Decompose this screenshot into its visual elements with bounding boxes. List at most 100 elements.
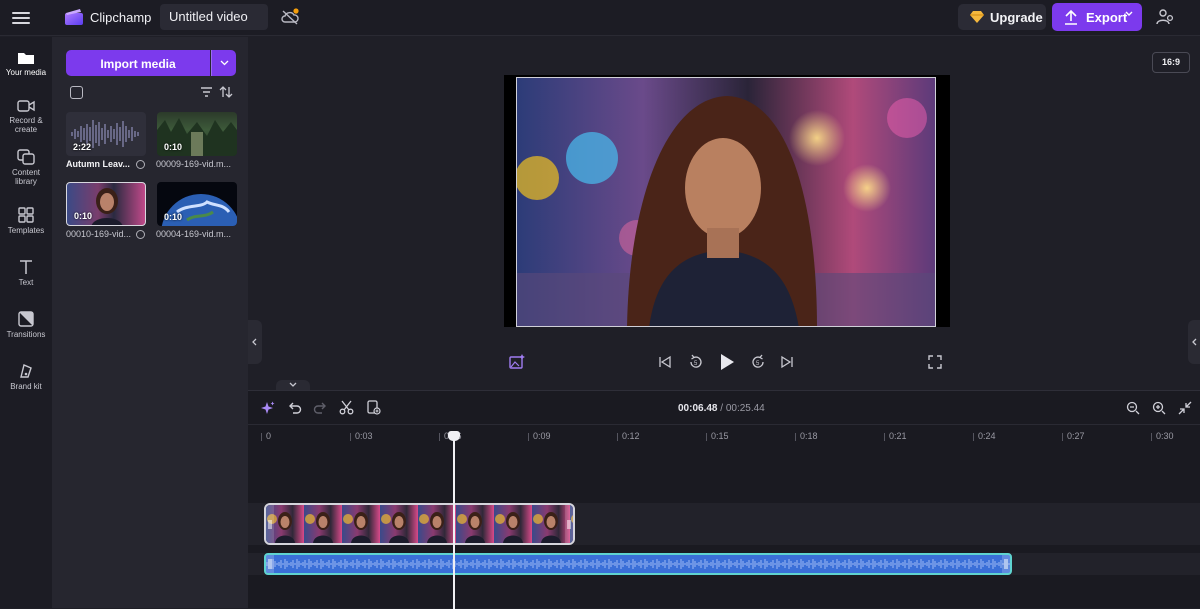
- fullscreen-icon[interactable]: [928, 355, 942, 369]
- import-options-button[interactable]: [211, 50, 236, 76]
- grip-icon: [1004, 559, 1008, 569]
- timeline-panel: 00:06.48 / 00:25.44 0 0:03 0:06 0:09 0:1…: [248, 390, 1200, 609]
- play-icon[interactable]: [719, 353, 735, 371]
- zoom-out-icon[interactable]: [1126, 401, 1140, 415]
- rail-label: Brand kit: [10, 382, 42, 391]
- audio-clip[interactable]: [264, 553, 1012, 575]
- svg-text:5: 5: [694, 361, 698, 367]
- grip-icon: [268, 520, 272, 529]
- fit-to-timeline-icon[interactable]: [1178, 401, 1192, 415]
- rewind-5-icon[interactable]: 5: [688, 354, 704, 370]
- media-item-name: 00004-169-vid.m...: [156, 229, 232, 239]
- select-all-checkbox[interactable]: [70, 86, 83, 99]
- media-item-name: 00009-169-vid.m...: [156, 159, 232, 169]
- rail-label: Text: [18, 278, 34, 287]
- media-item-audio[interactable]: 2:22: [66, 112, 146, 156]
- playhead-line[interactable]: [453, 435, 455, 609]
- media-item-name: Autumn Leav...: [66, 159, 130, 169]
- media-item-video-forest[interactable]: 0:10: [157, 112, 237, 156]
- rail-item-transitions[interactable]: Transitions: [0, 311, 52, 339]
- ruler-tick: 0: [260, 431, 272, 441]
- ruler-tick: 0:09: [528, 431, 551, 441]
- audio-trim-handle-right[interactable]: [1002, 555, 1010, 573]
- undo-icon[interactable]: [288, 401, 302, 415]
- media-duration: 0:10: [164, 212, 183, 222]
- timeline-toggle-button[interactable]: [276, 380, 310, 390]
- chevron-down-icon: [289, 382, 297, 387]
- rail-item-brand-kit[interactable]: Brand kit: [0, 363, 52, 391]
- sort-icon[interactable]: [219, 85, 233, 99]
- templates-icon: [18, 207, 34, 223]
- video-clip[interactable]: [264, 503, 575, 545]
- export-label: Export: [1086, 10, 1128, 25]
- app-name: Clipchamp: [90, 10, 152, 25]
- zoom-in-icon[interactable]: [1152, 401, 1166, 415]
- rail-label: Record & create: [9, 116, 43, 134]
- menu-icon[interactable]: [12, 9, 30, 27]
- rail-label: Templates: [7, 226, 45, 235]
- skip-forward-icon[interactable]: [780, 355, 794, 369]
- aspect-ratio-button[interactable]: 16:9: [1152, 52, 1190, 73]
- video-clip-filmstrip: [266, 505, 573, 543]
- chevron-left-icon: [1192, 338, 1197, 346]
- trim-handle-left[interactable]: [266, 505, 274, 543]
- audio-clip-waveform: [266, 555, 1010, 573]
- forward-5-icon[interactable]: 5: [750, 354, 766, 370]
- ruler-tick: 0:12: [617, 431, 640, 441]
- magic-image-icon[interactable]: [508, 353, 526, 371]
- audio-trim-handle-left[interactable]: [266, 555, 274, 573]
- camera-icon: [17, 100, 35, 112]
- ruler-tick: 0:18: [795, 431, 818, 441]
- upgrade-label: Upgrade: [990, 10, 1043, 25]
- chevron-left-icon: [252, 338, 257, 346]
- redo-icon[interactable]: [313, 401, 327, 415]
- chevron-down-icon: [220, 60, 229, 66]
- rail-label: Your media: [5, 68, 47, 77]
- preview-stage: 16:9 5 5: [248, 37, 1200, 390]
- sparkle-icon[interactable]: [261, 401, 275, 415]
- project-title-input[interactable]: Untitled video: [160, 4, 268, 30]
- scissors-icon[interactable]: [339, 400, 354, 415]
- rail-label: Content library: [11, 168, 41, 186]
- library-icon: [17, 149, 35, 165]
- share-people-icon[interactable]: [1156, 8, 1174, 26]
- import-media-button[interactable]: Import media: [66, 50, 210, 76]
- playhead-handle[interactable]: [448, 431, 460, 441]
- text-icon: [20, 260, 32, 274]
- cloud-off-icon[interactable]: [280, 8, 300, 26]
- chevron-down-icon: [1125, 11, 1133, 16]
- video-preview[interactable]: [516, 77, 936, 327]
- media-duration: 2:22: [73, 142, 92, 152]
- transitions-icon: [18, 311, 34, 327]
- rail-item-text[interactable]: Text: [0, 259, 52, 287]
- top-bar: Clipchamp Untitled video Upgrade Export: [0, 0, 1200, 36]
- rail-item-your-media[interactable]: Your media: [0, 50, 52, 77]
- expand-right-panel-button[interactable]: [1188, 320, 1200, 364]
- rail-item-templates[interactable]: Templates: [0, 207, 52, 235]
- ruler-tick: 0:21: [884, 431, 907, 441]
- brand-kit-icon: [20, 364, 32, 378]
- export-button[interactable]: Export: [1052, 3, 1142, 31]
- rail-item-content-library[interactable]: Content library: [0, 149, 52, 186]
- media-panel: Import media 2:22 Autumn Leav... 0:10 00…: [52, 37, 248, 608]
- collapse-media-panel-button[interactable]: [248, 320, 262, 364]
- timecode-display: 00:06.48 / 00:25.44: [678, 403, 765, 414]
- left-rail: Your media Record & create Content libra…: [0, 37, 52, 608]
- media-item-video-earth[interactable]: 0:10: [157, 182, 237, 226]
- trim-handle-right[interactable]: [565, 505, 573, 543]
- ruler-tick: 0:30: [1151, 431, 1174, 441]
- add-media-icon[interactable]: [366, 400, 381, 415]
- time-ruler[interactable]: 0 0:03 0:06 0:09 0:12 0:15 0:18 0:21 0:2…: [248, 425, 1200, 447]
- used-check-icon: [136, 160, 145, 169]
- ruler-tick: 0:24: [973, 431, 996, 441]
- current-time: 00:06.48: [678, 403, 718, 414]
- grip-icon: [268, 559, 272, 569]
- filter-icon[interactable]: [200, 86, 213, 98]
- media-duration: 0:10: [164, 142, 183, 152]
- upgrade-button[interactable]: Upgrade: [958, 4, 1046, 30]
- media-duration: 0:10: [74, 211, 93, 221]
- rail-item-record-create[interactable]: Record & create: [0, 99, 52, 134]
- media-item-video-portrait[interactable]: 0:10: [66, 182, 146, 226]
- ruler-tick: 0:15: [706, 431, 729, 441]
- skip-back-icon[interactable]: [658, 355, 672, 369]
